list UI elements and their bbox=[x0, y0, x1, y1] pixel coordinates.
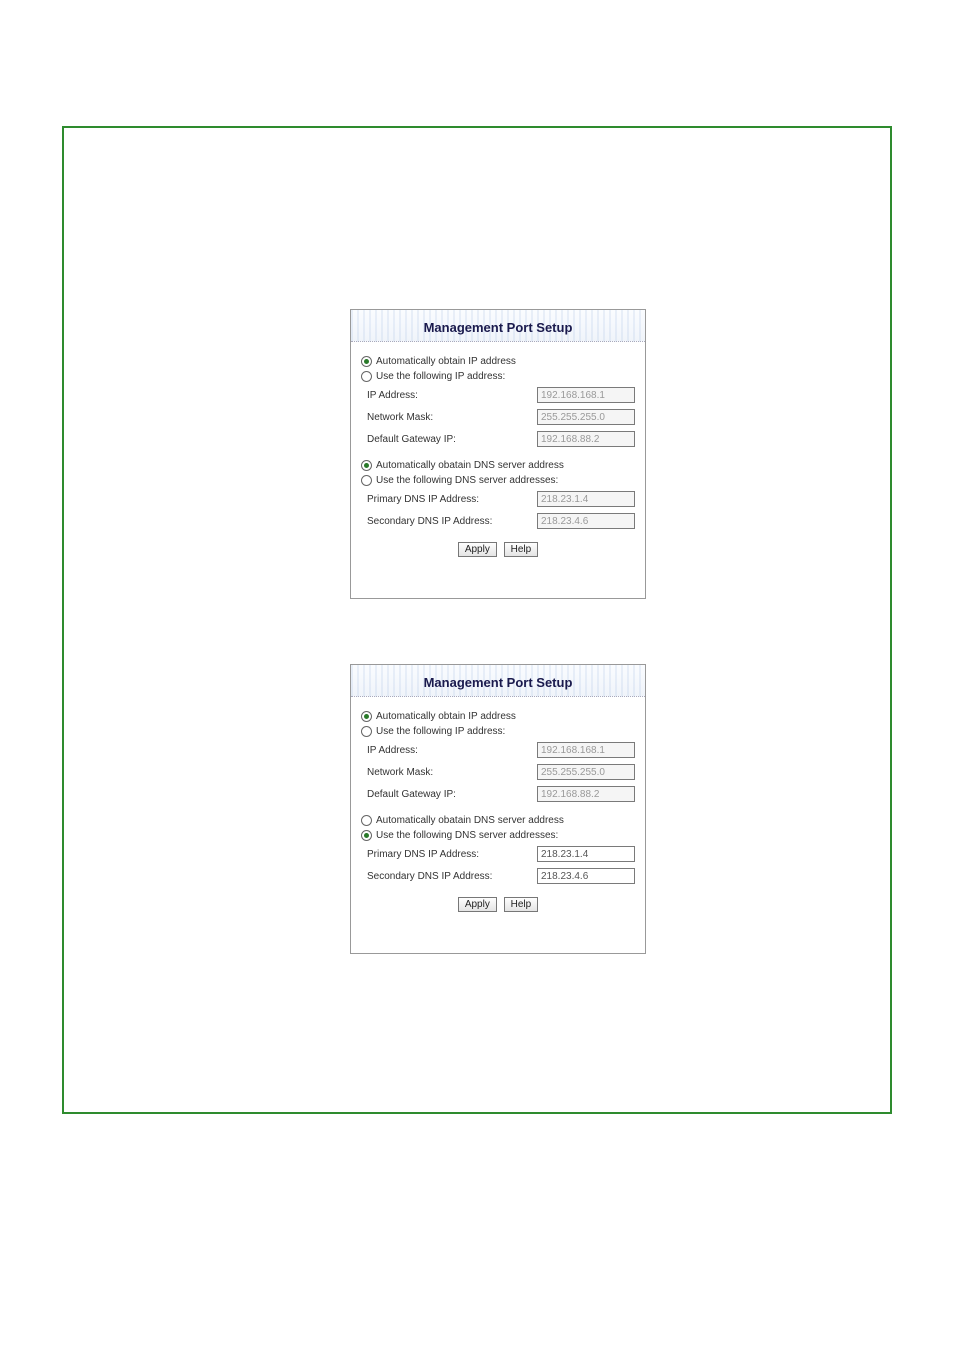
primary-dns-row: Primary DNS IP Address: bbox=[361, 488, 635, 510]
radio-unchecked-icon bbox=[361, 815, 372, 826]
dns-manual-radio-row[interactable]: Use the following DNS server addresses: bbox=[361, 828, 635, 843]
radio-unchecked-icon bbox=[361, 475, 372, 486]
radio-checked-icon bbox=[361, 460, 372, 471]
ip-manual-label: Use the following IP address: bbox=[376, 371, 505, 382]
netmask-row: Network Mask: bbox=[361, 406, 635, 428]
ip-address-row: IP Address: bbox=[361, 384, 635, 406]
ip-auto-label: Automatically obtain IP address bbox=[376, 356, 516, 367]
radio-unchecked-icon bbox=[361, 726, 372, 737]
ip-address-label: IP Address: bbox=[367, 745, 537, 756]
dns-auto-radio-row[interactable]: Automatically obatain DNS server address bbox=[361, 813, 635, 828]
apply-button[interactable]: Apply bbox=[458, 897, 497, 912]
dns-manual-label: Use the following DNS server addresses: bbox=[376, 830, 558, 841]
radio-unchecked-icon bbox=[361, 371, 372, 382]
dns-manual-label: Use the following DNS server addresses: bbox=[376, 475, 558, 486]
ip-auto-radio-row[interactable]: Automatically obtain IP address bbox=[361, 354, 635, 369]
netmask-input[interactable] bbox=[537, 764, 635, 780]
management-port-setup-panel-1: Management Port Setup Automatically obta… bbox=[350, 309, 646, 599]
ip-manual-radio-row[interactable]: Use the following IP address: bbox=[361, 369, 635, 384]
panel-title: Management Port Setup bbox=[351, 310, 645, 342]
primary-dns-label: Primary DNS IP Address: bbox=[367, 494, 537, 505]
secondary-dns-label: Secondary DNS IP Address: bbox=[367, 871, 537, 882]
netmask-row: Network Mask: bbox=[361, 761, 635, 783]
dns-auto-label: Automatically obatain DNS server address bbox=[376, 815, 564, 826]
gateway-input[interactable] bbox=[537, 431, 635, 447]
ip-address-input[interactable] bbox=[537, 387, 635, 403]
dns-manual-radio-row[interactable]: Use the following DNS server addresses: bbox=[361, 473, 635, 488]
netmask-label: Network Mask: bbox=[367, 412, 537, 423]
secondary-dns-label: Secondary DNS IP Address: bbox=[367, 516, 537, 527]
netmask-input[interactable] bbox=[537, 409, 635, 425]
primary-dns-input[interactable] bbox=[537, 846, 635, 862]
apply-button[interactable]: Apply bbox=[458, 542, 497, 557]
radio-checked-icon bbox=[361, 711, 372, 722]
ip-auto-label: Automatically obtain IP address bbox=[376, 711, 516, 722]
gateway-row: Default Gateway IP: bbox=[361, 428, 635, 450]
button-row: Apply Help bbox=[361, 532, 635, 561]
gateway-row: Default Gateway IP: bbox=[361, 783, 635, 805]
management-port-setup-panel-2: Management Port Setup Automatically obta… bbox=[350, 664, 646, 954]
divider bbox=[361, 805, 635, 813]
panel-title: Management Port Setup bbox=[351, 665, 645, 697]
primary-dns-input[interactable] bbox=[537, 491, 635, 507]
gateway-label: Default Gateway IP: bbox=[367, 434, 537, 445]
panel-body: Automatically obtain IP address Use the … bbox=[351, 342, 645, 569]
button-row: Apply Help bbox=[361, 887, 635, 916]
secondary-dns-row: Secondary DNS IP Address: bbox=[361, 865, 635, 887]
dns-auto-label: Automatically obatain DNS server address bbox=[376, 460, 564, 471]
ip-address-row: IP Address: bbox=[361, 739, 635, 761]
dns-auto-radio-row[interactable]: Automatically obatain DNS server address bbox=[361, 458, 635, 473]
ip-manual-label: Use the following IP address: bbox=[376, 726, 505, 737]
primary-dns-label: Primary DNS IP Address: bbox=[367, 849, 537, 860]
gateway-label: Default Gateway IP: bbox=[367, 789, 537, 800]
secondary-dns-input[interactable] bbox=[537, 513, 635, 529]
radio-checked-icon bbox=[361, 356, 372, 367]
ip-auto-radio-row[interactable]: Automatically obtain IP address bbox=[361, 709, 635, 724]
ip-address-label: IP Address: bbox=[367, 390, 537, 401]
radio-checked-icon bbox=[361, 830, 372, 841]
ip-manual-radio-row[interactable]: Use the following IP address: bbox=[361, 724, 635, 739]
secondary-dns-row: Secondary DNS IP Address: bbox=[361, 510, 635, 532]
panel-body: Automatically obtain IP address Use the … bbox=[351, 697, 645, 924]
primary-dns-row: Primary DNS IP Address: bbox=[361, 843, 635, 865]
divider bbox=[361, 450, 635, 458]
help-button[interactable]: Help bbox=[504, 897, 539, 912]
document-page-frame: Management Port Setup Automatically obta… bbox=[62, 126, 892, 1114]
ip-address-input[interactable] bbox=[537, 742, 635, 758]
help-button[interactable]: Help bbox=[504, 542, 539, 557]
secondary-dns-input[interactable] bbox=[537, 868, 635, 884]
netmask-label: Network Mask: bbox=[367, 767, 537, 778]
gateway-input[interactable] bbox=[537, 786, 635, 802]
